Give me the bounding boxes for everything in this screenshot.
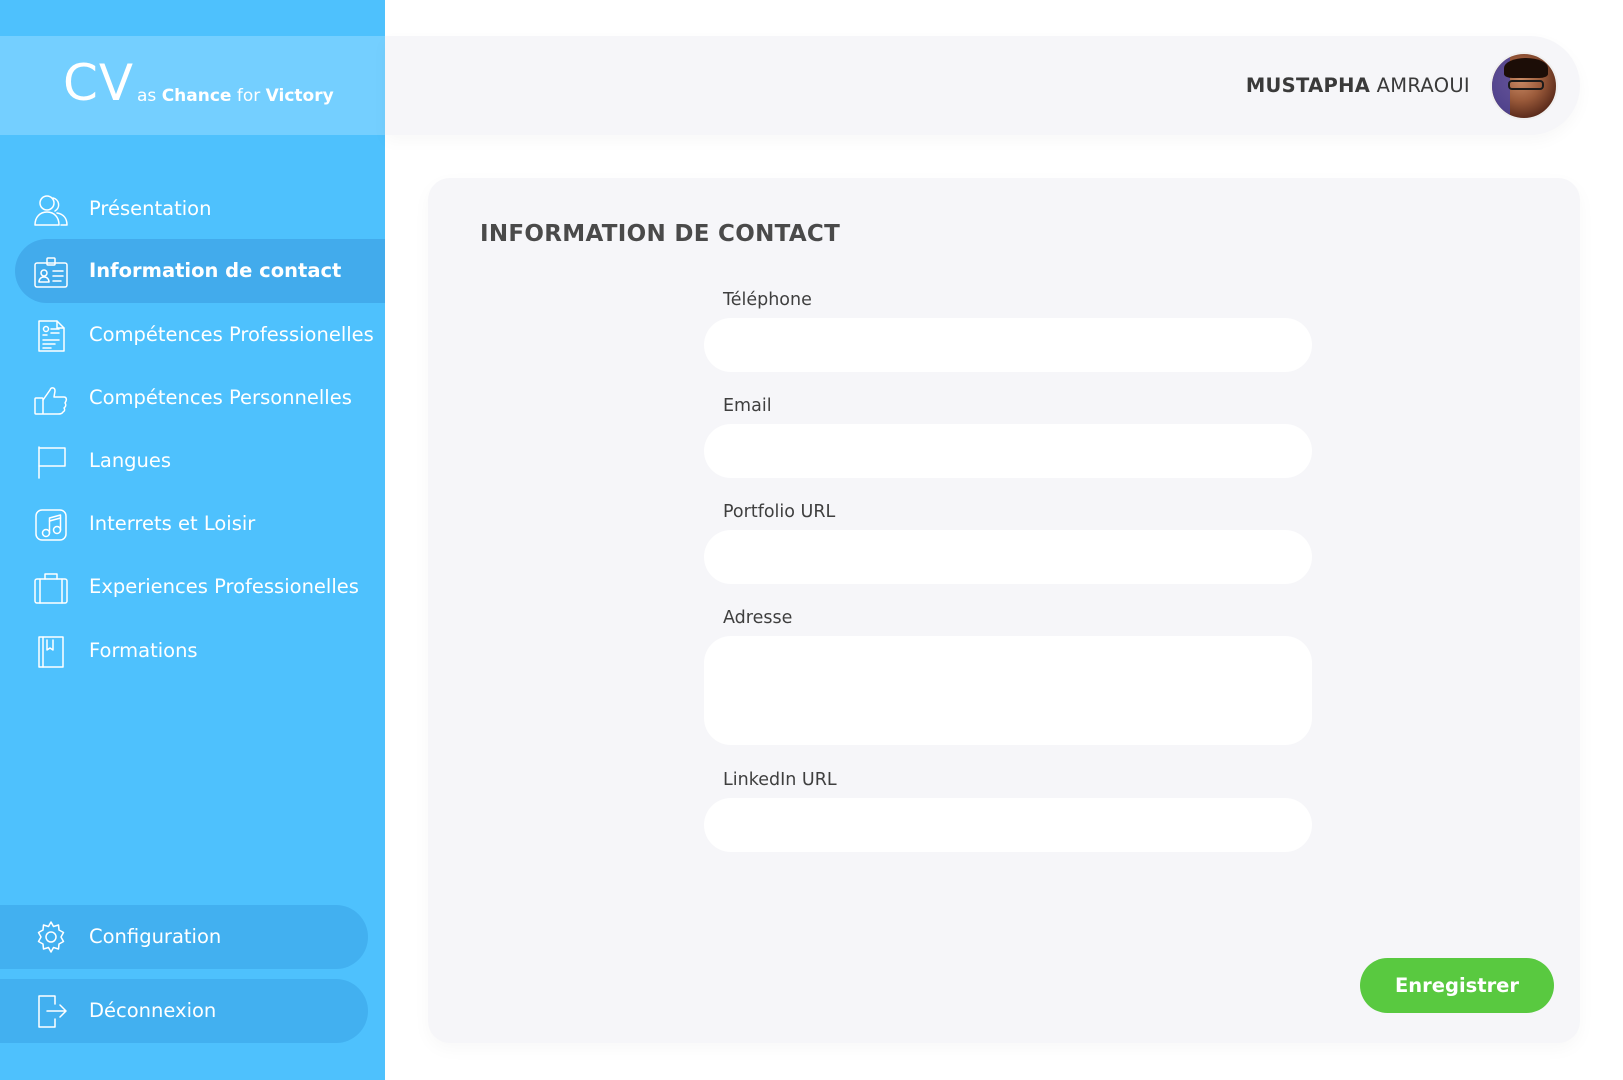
logout-button[interactable]: Déconnexion	[0, 979, 368, 1043]
sidebar-item-label: Interrets et Loisir	[89, 512, 256, 535]
sidebar-item-label: Experiences Professionelles	[89, 575, 359, 598]
configuration-label: Configuration	[89, 925, 222, 948]
flag-icon	[33, 445, 69, 479]
portfolio-url-label: Portfolio URL	[723, 502, 836, 522]
save-button[interactable]: Enregistrer	[1360, 958, 1554, 1013]
sidebar-item-loisirs[interactable]: Interrets et Loisir	[15, 492, 385, 556]
portfolio-url-field[interactable]	[704, 530, 1312, 584]
logout-label: Déconnexion	[89, 999, 217, 1022]
sidebar: CV as Chance for Victory Présentation In…	[0, 0, 385, 1080]
address-field[interactable]	[704, 636, 1312, 745]
logout-icon	[33, 994, 69, 1028]
sidebar-item-presentation[interactable]: Présentation	[15, 177, 385, 241]
page-title: INFORMATION DE CONTACT	[480, 221, 841, 247]
thumbs-up-icon	[33, 382, 69, 416]
app-logo[interactable]: CV as Chance for Victory	[0, 36, 385, 135]
sidebar-item-competences-pro[interactable]: Compétences Professionelles	[15, 303, 385, 367]
document-icon	[33, 319, 69, 353]
address-label: Adresse	[723, 608, 793, 628]
linkedin-url-field[interactable]	[704, 798, 1312, 852]
avatar[interactable]	[1490, 52, 1558, 120]
sidebar-item-formations[interactable]: Formations	[15, 619, 385, 683]
phone-label: Téléphone	[723, 290, 812, 310]
id-card-icon	[33, 255, 69, 289]
sidebar-item-label: Compétences Professionelles	[89, 323, 374, 346]
phone-field[interactable]	[704, 318, 1312, 372]
sidebar-item-label: Compétences Personnelles	[89, 386, 352, 409]
top-header: MUSTAPHA AMRAOUI	[385, 36, 1580, 135]
logo-mark: CV	[63, 54, 135, 112]
sidebar-item-label: Information de contact	[89, 259, 342, 282]
email-field[interactable]	[704, 424, 1312, 478]
gear-icon	[33, 920, 69, 954]
sidebar-item-competences-perso[interactable]: Compétences Personnelles	[15, 366, 385, 430]
users-icon	[33, 193, 69, 227]
user-name[interactable]: MUSTAPHA AMRAOUI	[1246, 74, 1470, 97]
avatar-glasses	[1508, 80, 1544, 90]
logo-tagline: as Chance for Victory	[137, 86, 334, 106]
sidebar-item-experiences[interactable]: Experiences Professionelles	[15, 555, 385, 619]
sidebar-item-label: Présentation	[89, 197, 212, 220]
linkedin-url-label: LinkedIn URL	[723, 770, 837, 790]
email-label: Email	[723, 396, 772, 416]
sidebar-item-contact[interactable]: Information de contact	[15, 239, 385, 303]
briefcase-icon	[33, 571, 69, 605]
sidebar-item-label: Langues	[89, 449, 172, 472]
music-icon	[33, 508, 69, 542]
contact-form-card: INFORMATION DE CONTACT Téléphone Email P…	[428, 178, 1580, 1043]
book-icon	[33, 635, 69, 669]
avatar-hair	[1504, 58, 1548, 78]
sidebar-item-langues[interactable]: Langues	[15, 429, 385, 493]
sidebar-item-label: Formations	[89, 639, 198, 662]
configuration-button[interactable]: Configuration	[0, 905, 368, 969]
